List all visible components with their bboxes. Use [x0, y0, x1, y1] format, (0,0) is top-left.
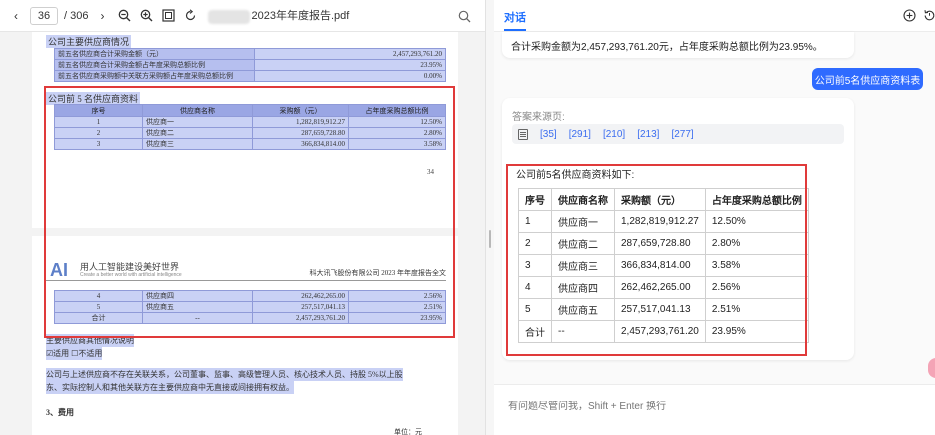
- source-link-291[interactable]: [291]: [569, 129, 591, 140]
- history-icon[interactable]: [922, 8, 935, 22]
- annotation-box-pdf: [44, 86, 455, 338]
- fit-page-icon[interactable]: [160, 8, 176, 24]
- table-cell: 前五名供应商采购额中关联方采购额占年度采购总额比例: [54, 70, 255, 82]
- source-link-210[interactable]: [210]: [603, 129, 625, 140]
- pdf-toolbar: ‹ / 306 › 2023年年度报告.pdf: [0, 0, 485, 32]
- assistant-message-previous: 合计采购金额为2,457,293,761.20元，占年度采购总额比例为23.95…: [502, 32, 854, 58]
- source-link-213[interactable]: [213]: [637, 129, 659, 140]
- message-text: 合计采购金额为2,457,293,761.20元，占年度采购总额比例为23.95…: [511, 42, 823, 53]
- tab-underline: [504, 29, 526, 31]
- table-cell: 2,457,293,761.20: [254, 48, 446, 60]
- search-icon[interactable]: [456, 8, 472, 24]
- table-cell: 前五名供应商合计采购金额占年度采购总额比例: [54, 59, 255, 71]
- summary-table: 前五名供应商合计采购金额（元） 2,457,293,761.20 前五名供应商合…: [54, 48, 446, 82]
- chat-input-area: [494, 384, 935, 435]
- add-circle-icon[interactable]: [902, 8, 916, 22]
- table-row: 前五名供应商合计采购金额（元） 2,457,293,761.20: [54, 48, 446, 60]
- paragraph-text: 公司与上述供应商不存在关联关系，公司董事、监事、高级管理人员、核心技术人员、持股…: [46, 368, 403, 381]
- annotation-box-answer: [506, 164, 807, 356]
- pdf-viewer: ‹ / 306 › 2023年年度报告.pdf 公司主要供应商情况 前五名供应商…: [0, 0, 486, 435]
- table-cell: 0.00%: [254, 70, 446, 82]
- rotate-icon[interactable]: [182, 8, 198, 24]
- table-row: 前五名供应商合计采购金额占年度采购总额比例 23.95%: [54, 59, 446, 71]
- redacted-chip: [208, 9, 251, 24]
- file-name-wrap: 2023年年度报告.pdf: [208, 7, 350, 24]
- page-total: / 306: [64, 9, 89, 22]
- source-link-277[interactable]: [277]: [671, 129, 693, 140]
- user-message: 公司前5名供应商资料表: [812, 68, 923, 90]
- floating-assistant-button[interactable]: [928, 358, 935, 378]
- document-icon: [518, 128, 528, 140]
- drag-handle[interactable]: [489, 230, 491, 248]
- source-pages-bar: [35] [291] [210] [213] [277]: [512, 124, 844, 144]
- pane-divider[interactable]: [486, 0, 494, 435]
- chat-input[interactable]: [508, 401, 888, 412]
- table-cell: 前五名供应商合计采购金额（元）: [54, 48, 255, 60]
- page-number-input[interactable]: [30, 6, 58, 25]
- applicable-checkbox-text: ☑适用 ☐不适用: [46, 347, 103, 360]
- source-link-35[interactable]: [35]: [540, 129, 557, 140]
- file-name: 2023年年度报告.pdf: [251, 10, 350, 23]
- zoom-in-icon[interactable]: [138, 8, 154, 24]
- source-label: 答案来源页:: [512, 112, 565, 123]
- section-title: 公司主要供应商情况: [46, 35, 132, 48]
- zoom-out-icon[interactable]: [116, 8, 132, 24]
- tab-dialog[interactable]: 对话: [504, 9, 526, 25]
- chat-header: 对话: [494, 0, 935, 32]
- chevron-left-icon[interactable]: ‹: [8, 8, 24, 24]
- unit-label: 单位：元: [394, 428, 422, 435]
- table-cell: 23.95%: [254, 59, 446, 71]
- section-heading-expenses: 3、费用: [46, 408, 74, 417]
- user-message-text: 公司前5名供应商资料表: [814, 75, 921, 87]
- paragraph-text: 东、实际控制人和其他关联方在主要供应商中无直接或间接拥有权益。: [46, 381, 294, 394]
- chevron-right-icon[interactable]: ›: [94, 8, 110, 24]
- table-row: 前五名供应商采购额中关联方采购额占年度采购总额比例 0.00%: [54, 70, 446, 82]
